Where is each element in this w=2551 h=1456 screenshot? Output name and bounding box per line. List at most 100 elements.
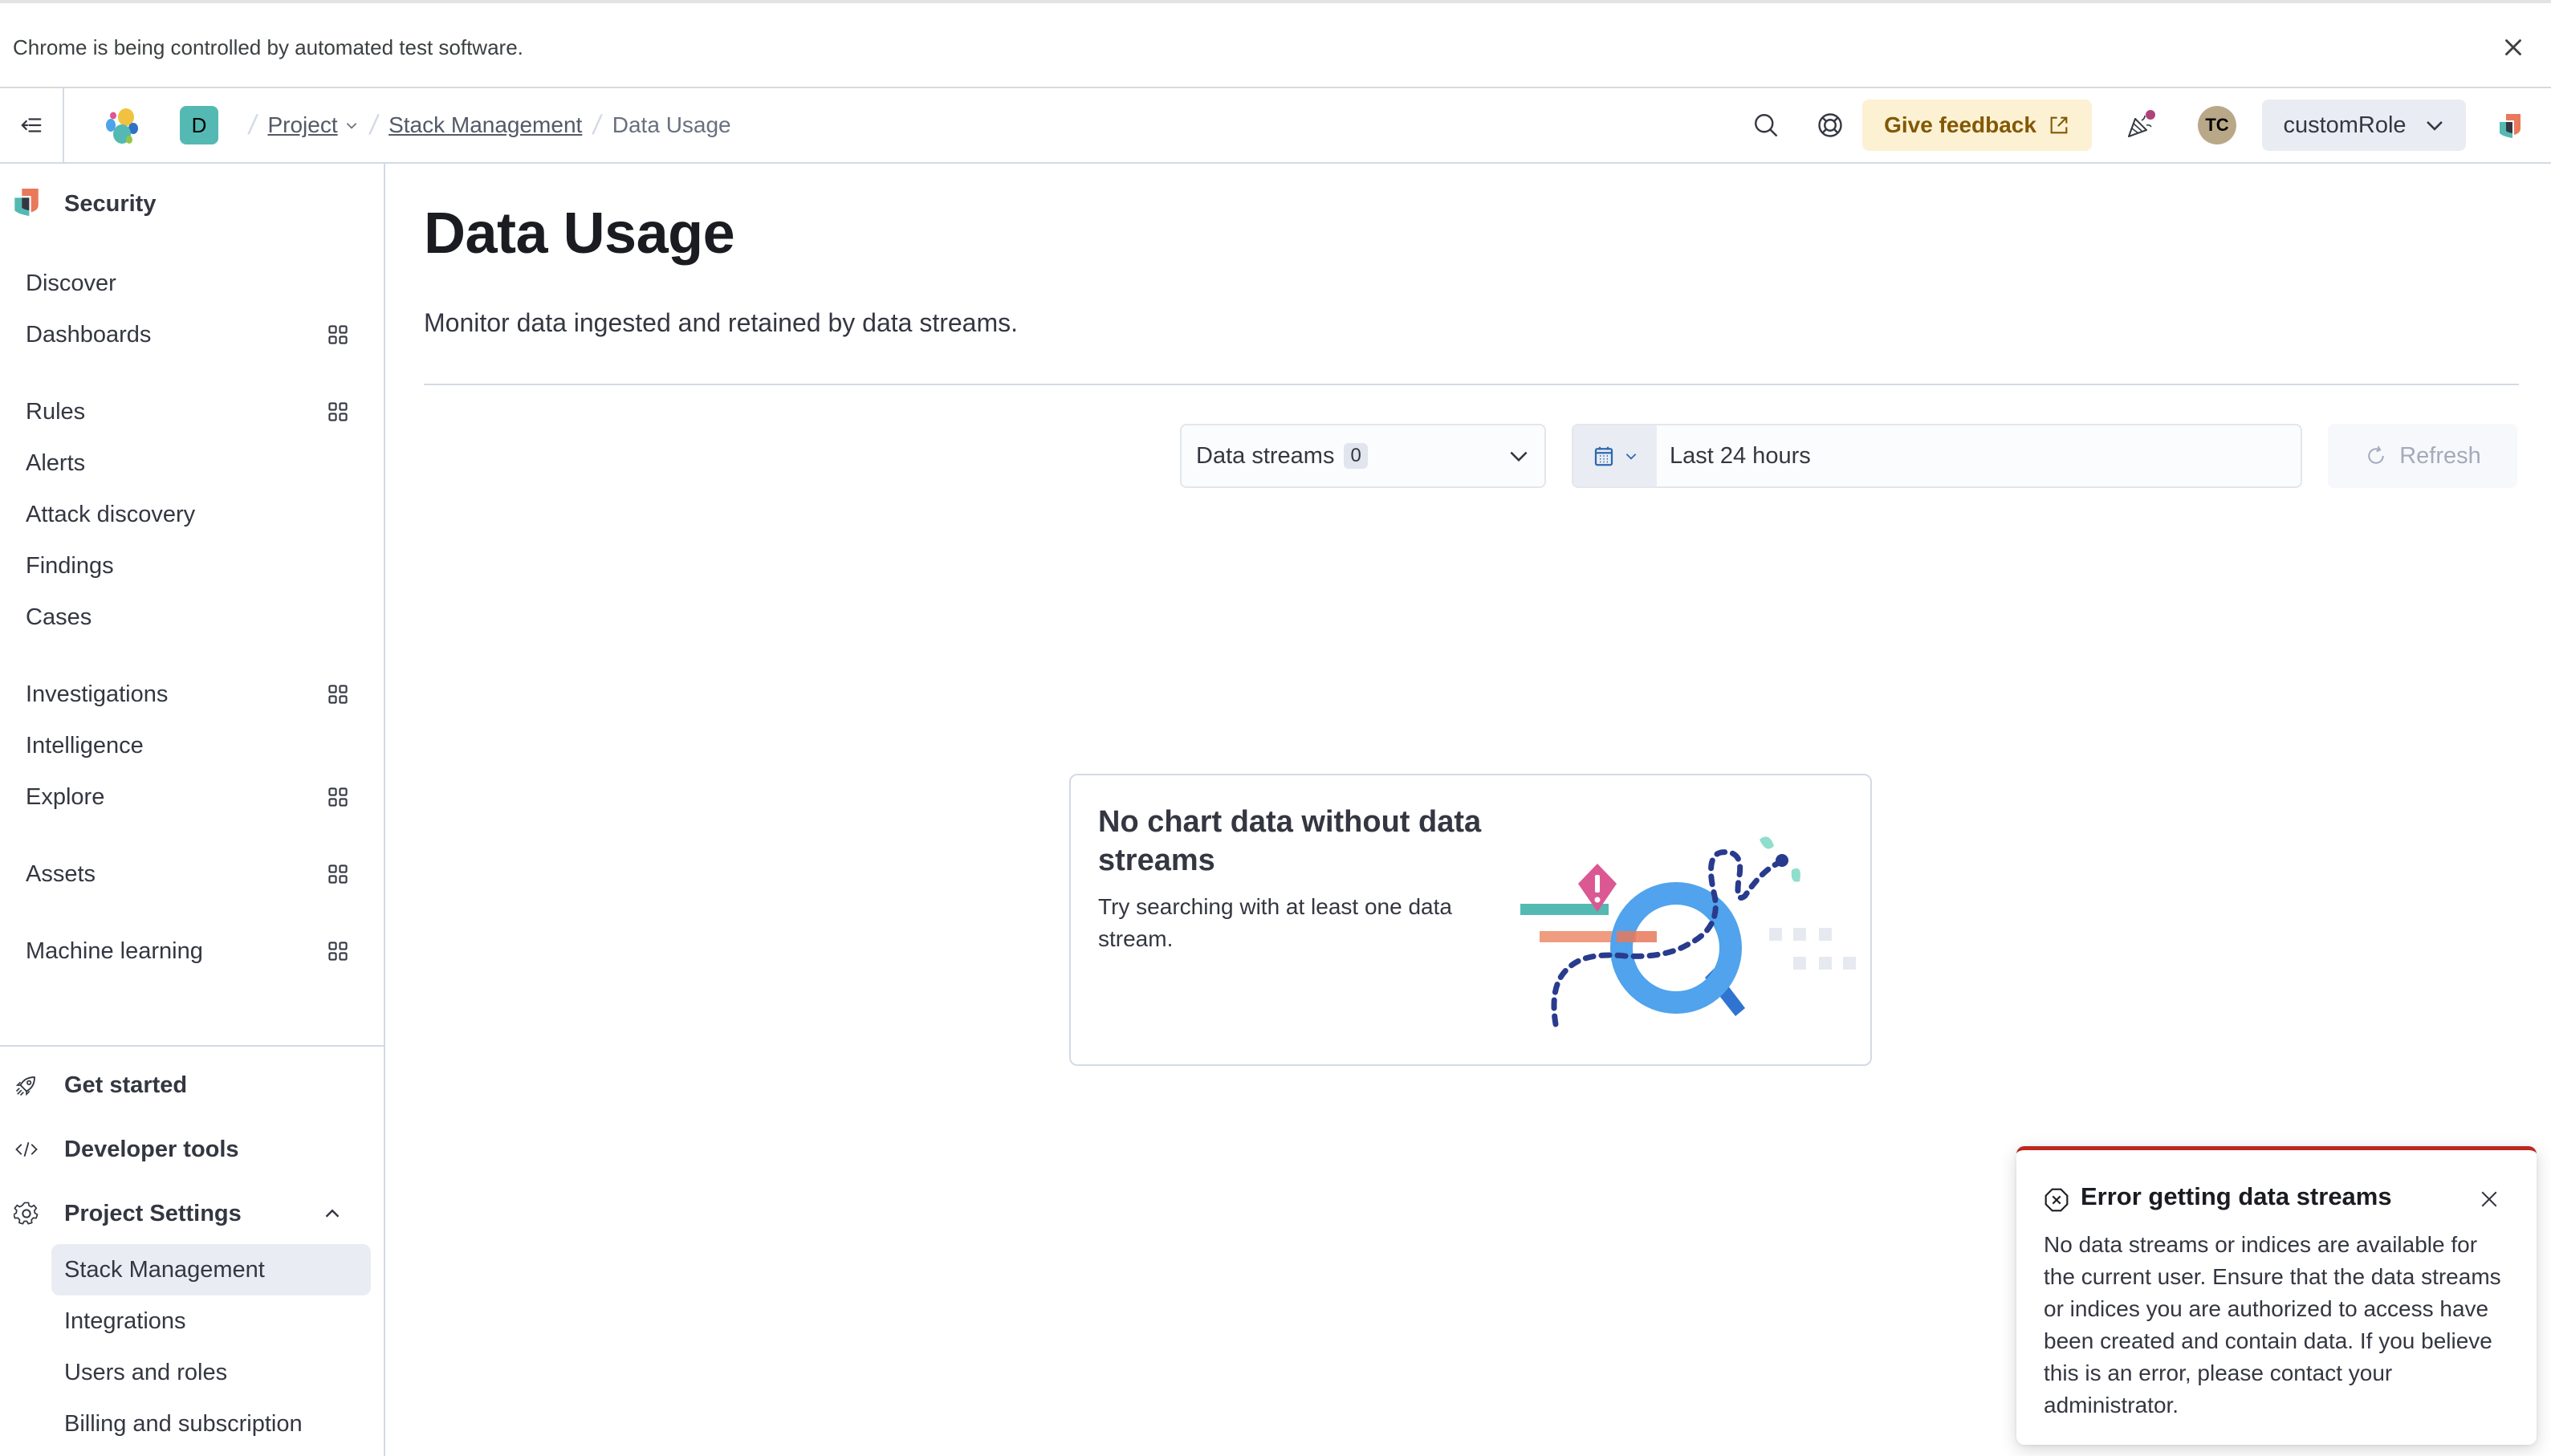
sidebar-subitem-integrations[interactable]: Integrations (51, 1295, 371, 1347)
give-feedback-button[interactable]: Give feedback (1862, 100, 2092, 151)
sidebar-item-label: Attack discovery (26, 501, 196, 527)
refresh-icon (2368, 445, 2384, 464)
toast-close-button[interactable] (2477, 1187, 2501, 1211)
subitem-label: Billing and subscription (64, 1410, 303, 1437)
sidebar-item-intelligence[interactable]: Intelligence (26, 726, 363, 766)
close-icon (2481, 1191, 2497, 1207)
error-toast: Error getting data streams No data strea… (2016, 1146, 2537, 1445)
elastic-logo[interactable] (103, 106, 143, 146)
data-streams-filter[interactable]: Data streams 0 (1180, 424, 1546, 488)
breadcrumb-project[interactable]: Project (267, 112, 337, 138)
empty-state-title: No chart data without data streams (1098, 805, 1482, 877)
sidebar-item-get-started[interactable]: Get started (13, 1063, 366, 1108)
breadcrumb-stack-management[interactable]: Stack Management (389, 112, 582, 138)
sidebar-item-label: Alerts (26, 449, 86, 476)
search-button[interactable] (1750, 109, 1782, 141)
sidebar-item-investigations[interactable]: Investigations (26, 674, 363, 714)
no-results-illustration (1520, 836, 1856, 1027)
search-icon (1755, 114, 1778, 137)
elastic-logo-icon (106, 108, 138, 144)
refresh-button[interactable]: Refresh (2328, 424, 2517, 488)
sidebar-item-label: Rules (26, 398, 86, 425)
empty-state-body: Try searching with at least one data str… (1098, 894, 1452, 951)
role-label: customRole (2283, 112, 2407, 138)
sidebar-item-findings[interactable]: Findings (26, 546, 363, 586)
page-title: Data Usage (424, 201, 735, 266)
sidebar-subitem-stack-management[interactable]: Stack Management (51, 1244, 371, 1295)
solution-title[interactable]: Security (64, 191, 156, 218)
quick-select-button[interactable] (1573, 425, 1657, 486)
toast-message: No data streams or indices are available… (2044, 1232, 2501, 1417)
chevron-down-icon[interactable] (344, 118, 359, 132)
panel-grid-icon (328, 325, 348, 344)
sidebar-item-dashboards[interactable]: Dashboards (26, 315, 363, 355)
sidebar-subitem-users-and-roles[interactable]: Users and roles (51, 1347, 371, 1398)
subitem-label: Users and roles (64, 1359, 228, 1385)
sidebar-item-label: Investigations (26, 681, 169, 707)
sidebar-item-label: Explore (26, 783, 105, 810)
project-settings-label: Project Settings (64, 1200, 242, 1226)
close-icon (2505, 39, 2521, 55)
illustration-dots (1769, 928, 1856, 970)
space-avatar[interactable]: D (180, 106, 218, 144)
code-icon (15, 1141, 38, 1157)
help-lifebuoy-icon (1818, 113, 1842, 137)
sidebar-item-label: Assets (26, 860, 96, 887)
panel-grid-icon (328, 942, 348, 961)
sidebar-item-cases[interactable]: Cases (26, 597, 363, 637)
sidebar-item-alerts[interactable]: Alerts (26, 443, 363, 483)
top-header: D / Project / Stack Management / Data Us… (0, 88, 2551, 164)
infobar-message: Chrome is being controlled by automated … (13, 35, 523, 59)
toast-title: Error getting data streams (2081, 1182, 2392, 1210)
subitem-label: Integrations (64, 1308, 186, 1334)
empty-state-card: No chart data without data streams Try s… (1069, 774, 1872, 1066)
sidebar-subitem-billing[interactable]: Billing and subscription (51, 1398, 371, 1450)
cheer-icon (2128, 110, 2155, 137)
breadcrumb: / Project / Stack Management / Data Usag… (238, 88, 731, 162)
sidebar-item-attack-discovery[interactable]: Attack discovery (26, 494, 363, 535)
get-started-label: Get started (64, 1072, 188, 1098)
rocket-icon (15, 1076, 35, 1096)
sidebar-item-rules[interactable]: Rules (26, 392, 363, 432)
sidebar-item-machine-learning[interactable]: Machine learning (26, 931, 363, 971)
sidebar-item-label: Intelligence (26, 732, 144, 759)
sidebar-item-label: Dashboards (26, 321, 152, 348)
security-solution-icon[interactable] (2498, 112, 2522, 140)
external-link-icon (2050, 116, 2068, 134)
chevron-down-icon (2426, 121, 2443, 131)
sidebar-item-assets[interactable]: Assets (26, 854, 363, 894)
gear-icon (14, 1202, 39, 1225)
side-navigation: Security Discover Dashboards Rules Alerts At… (0, 164, 385, 1456)
sidebar-item-label: Findings (26, 552, 114, 579)
breadcrumb-separator: / (246, 109, 259, 140)
sidebar-item-label: Machine learning (26, 937, 203, 964)
breadcrumb-separator: / (591, 109, 604, 140)
breadcrumb-separator: / (367, 109, 380, 140)
collapse-nav-button[interactable] (0, 88, 64, 162)
menu-collapse-icon (21, 118, 42, 132)
calendar-icon (1594, 446, 1613, 466)
date-picker: Last 24 hours (1572, 424, 2302, 488)
sidebar-item-label: Cases (26, 604, 92, 630)
data-streams-label: Data streams (1196, 442, 1335, 469)
date-range-display[interactable]: Last 24 hours (1670, 425, 2301, 486)
panel-grid-icon (328, 402, 348, 421)
data-streams-count-badge: 0 (1344, 443, 1368, 469)
sidebar-item-project-settings[interactable]: Project Settings (13, 1191, 366, 1236)
sidebar-item-discover[interactable]: Discover (26, 263, 363, 303)
role-menu-button[interactable]: customRole (2262, 100, 2466, 151)
sidebar-item-explore[interactable]: Explore (26, 777, 363, 817)
sidebar-item-developer-tools[interactable]: Developer tools (13, 1127, 366, 1172)
help-button[interactable] (1814, 109, 1846, 141)
breadcrumb-current: Data Usage (612, 112, 731, 137)
notification-dot (2146, 110, 2155, 120)
panel-grid-icon (328, 864, 348, 884)
developer-tools-label: Developer tools (64, 1136, 239, 1162)
user-avatar[interactable]: TC (2198, 106, 2236, 144)
chevron-down-icon (1625, 453, 1637, 460)
chevron-up-icon[interactable] (323, 1204, 342, 1223)
header-divider (424, 384, 2519, 385)
infobar-close-button[interactable] (2500, 34, 2527, 61)
news-feed-button[interactable] (2124, 109, 2156, 141)
sidebar-item-label: Discover (26, 270, 116, 296)
